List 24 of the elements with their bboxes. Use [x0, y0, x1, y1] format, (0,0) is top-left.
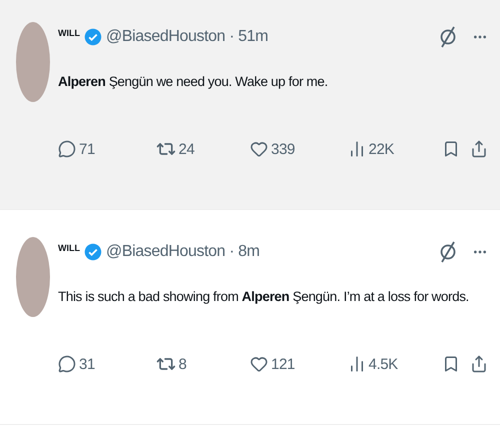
- display-name[interactable]: WILL: [58, 28, 80, 38]
- display-name[interactable]: WILL: [58, 243, 80, 253]
- reply-icon: [58, 355, 76, 373]
- views-button[interactable]: 22K: [348, 140, 442, 158]
- share-icon[interactable]: [470, 140, 488, 158]
- repost-button[interactable]: 8: [156, 354, 250, 374]
- like-button[interactable]: 339: [250, 140, 348, 158]
- bookmark-icon[interactable]: [442, 140, 460, 158]
- slashed-circle-icon[interactable]: [438, 25, 458, 49]
- reply-icon: [58, 140, 76, 158]
- repost-button[interactable]: 24: [156, 139, 250, 159]
- slashed-circle-icon[interactable]: [438, 240, 458, 264]
- reply-button[interactable]: 71: [58, 140, 156, 158]
- heart-icon: [250, 355, 268, 373]
- like-button[interactable]: 121: [250, 355, 348, 373]
- reply-button[interactable]: 31: [58, 355, 156, 373]
- handle-time: @BiasedHouston · 8m: [106, 243, 260, 261]
- handle-time: @BiasedHouston · 51m: [106, 28, 268, 46]
- heart-icon: [250, 140, 268, 158]
- bookmark-icon[interactable]: [442, 355, 460, 373]
- share-icon[interactable]: [470, 355, 488, 373]
- tweet-text: This is such a bad showing from Alperen Şengün. I’m at a loss for words.: [58, 289, 470, 304]
- views-button[interactable]: 4.5K: [348, 355, 442, 373]
- tweet-text: Alperen Şengün we need you. Wake up for me.: [58, 74, 329, 89]
